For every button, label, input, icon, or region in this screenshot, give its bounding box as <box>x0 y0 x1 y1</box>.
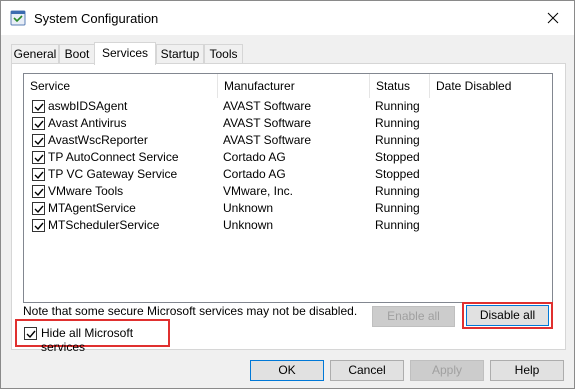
window-title: System Configuration <box>34 11 159 26</box>
tab-boot[interactable]: Boot <box>59 44 95 64</box>
service-status: Running <box>375 218 420 232</box>
service-status: Stopped <box>375 150 420 164</box>
enable-all-button[interactable]: Enable all <box>372 306 455 327</box>
secure-services-note: Note that some secure Microsoft services… <box>23 304 358 318</box>
apply-button[interactable]: Apply <box>410 360 484 381</box>
service-status: Running <box>375 116 420 130</box>
tab-startup[interactable]: Startup <box>156 44 204 64</box>
service-checkbox[interactable] <box>32 117 45 130</box>
column-header-status[interactable]: Status <box>370 74 430 98</box>
system-configuration-window: System Configuration General Boot Servic… <box>0 0 575 389</box>
service-row[interactable]: VMware Tools VMware, Inc. Running <box>24 183 552 200</box>
disable-all-highlight: Disable all <box>462 302 553 329</box>
services-list[interactable]: Service Manufacturer Status Date Disable… <box>23 73 553 303</box>
service-row[interactable]: Avast Antivirus AVAST Software Running <box>24 115 552 132</box>
service-row[interactable]: TP AutoConnect Service Cortado AG Stoppe… <box>24 149 552 166</box>
checkmark-icon <box>34 222 44 231</box>
checkmark-icon <box>34 120 44 129</box>
cancel-button[interactable]: Cancel <box>330 360 404 381</box>
service-manufacturer: VMware, Inc. <box>223 184 294 198</box>
checkmark-icon <box>34 171 44 180</box>
service-manufacturer: Unknown <box>223 218 274 232</box>
checkmark-icon <box>34 137 44 146</box>
service-name: aswbIDSAgent <box>48 99 128 113</box>
service-checkbox[interactable] <box>32 134 45 147</box>
close-icon <box>547 12 559 24</box>
msconfig-app-icon <box>10 10 26 26</box>
tab-general[interactable]: General <box>11 44 59 64</box>
services-panel: Service Manufacturer Status Date Disable… <box>11 63 566 354</box>
hide-microsoft-services-checkbox[interactable] <box>24 327 37 340</box>
column-header-manufacturer[interactable]: Manufacturer <box>218 74 370 98</box>
service-checkbox[interactable] <box>32 219 45 232</box>
service-manufacturer: Cortado AG <box>223 150 286 164</box>
service-name: TP VC Gateway Service <box>48 167 178 181</box>
tab-services[interactable]: Services <box>94 42 156 65</box>
service-status: Running <box>375 184 420 198</box>
checkmark-icon <box>34 205 44 214</box>
service-checkbox[interactable] <box>32 168 45 181</box>
service-manufacturer: AVAST Software <box>223 116 312 130</box>
service-row[interactable]: MTAgentService Unknown Running <box>24 200 552 217</box>
service-checkbox[interactable] <box>32 185 45 198</box>
service-row[interactable]: aswbIDSAgent AVAST Software Running <box>24 98 552 115</box>
tab-tools[interactable]: Tools <box>204 44 243 64</box>
service-name: TP AutoConnect Service <box>48 150 179 164</box>
service-manufacturer: Unknown <box>223 201 274 215</box>
service-status: Running <box>375 133 420 147</box>
service-row[interactable]: TP VC Gateway Service Cortado AG Stopped <box>24 166 552 183</box>
hide-microsoft-services-highlight: Hide all Microsoft services <box>15 319 170 354</box>
checkmark-icon <box>34 188 44 197</box>
checkmark-icon <box>34 103 44 112</box>
service-row[interactable]: MTSchedulerService Unknown Running <box>24 217 552 234</box>
checkmark-icon <box>26 330 36 339</box>
title-bar: System Configuration <box>1 1 574 35</box>
service-status: Running <box>375 201 420 215</box>
service-manufacturer: AVAST Software <box>223 99 312 113</box>
service-status: Running <box>375 99 420 113</box>
close-button[interactable] <box>541 7 565 29</box>
ok-button[interactable]: OK <box>250 360 324 381</box>
column-header-service[interactable]: Service <box>24 74 218 98</box>
disable-all-button[interactable]: Disable all <box>466 305 549 326</box>
service-name: Avast Antivirus <box>48 116 127 130</box>
services-list-header: Service Manufacturer Status Date Disable… <box>24 74 552 98</box>
service-status: Stopped <box>375 167 420 181</box>
service-name: AvastWscReporter <box>48 133 148 147</box>
service-manufacturer: Cortado AG <box>223 167 286 181</box>
service-name: VMware Tools <box>48 184 124 198</box>
service-checkbox[interactable] <box>32 151 45 164</box>
service-checkbox[interactable] <box>32 202 45 215</box>
service-manufacturer: AVAST Software <box>223 133 312 147</box>
service-checkbox[interactable] <box>32 100 45 113</box>
service-name: MTAgentService <box>48 201 136 215</box>
help-button[interactable]: Help <box>490 360 564 381</box>
checkmark-icon <box>34 154 44 163</box>
service-name: MTSchedulerService <box>48 218 160 232</box>
column-header-date-disabled[interactable]: Date Disabled <box>430 74 552 98</box>
service-row[interactable]: AvastWscReporter AVAST Software Running <box>24 132 552 149</box>
hide-microsoft-services-label[interactable]: Hide all Microsoft services <box>41 326 168 354</box>
